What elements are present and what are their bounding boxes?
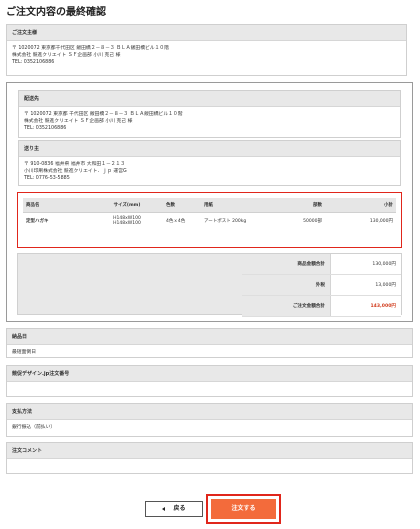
payment-header: 支払方法 [7,404,412,420]
comment-value [7,459,412,467]
col-size: サイズ(mm) [91,198,163,213]
order-number-header: 競促デザイン.jp注文番号 [7,366,412,382]
col-product-name: 商品名 [23,198,91,213]
order-number-section: 競促デザイン.jp注文番号 [6,365,413,397]
totals-row: 外税 13,000円 [242,274,401,296]
col-colors: 色数 [163,198,201,213]
col-paper: 用紙 [201,198,275,213]
item-paper: アートポスト 200kg [204,219,247,224]
item-name: 定型ハガキ [26,219,49,224]
payment-value: 銀行振込（前払い） [12,425,56,430]
sender-address: 〒 910-0836 福井県 福井市 大和田１－２１３ [24,162,126,167]
orderer-section: ご注文主様 〒 1020072 東京都千代田区 飯田橋２－８－３ ＢＬＡ飯田橋ビ… [6,24,407,76]
item-subtotal: 130,000円 [369,219,393,224]
orderer-company: 株式会社 競進クリエイト ＳＦ企画部 小川 克己 様 [12,53,121,59]
item-size-line: H148xW100 [113,221,141,226]
comment-header: 注文コメント [7,443,412,459]
payment-section: 支払方法 銀行振込（前払い） [6,403,413,437]
item-colors: 4色ｘ4色 [166,219,186,224]
page-title: ご注文内容の最終確認 [6,7,106,18]
back-button[interactable]: 戻る [145,501,203,517]
product-total-value: 130,000円 [330,254,401,275]
submit-button-label: 注文する [231,505,256,512]
delivery-tel: TEL: 0352106886 [24,126,67,132]
back-arrow-icon [162,506,166,511]
totals-row: 商品金額合計 130,000円 [242,254,401,275]
item-size: H148xW100 H148xW100 [91,213,163,230]
items-highlight: 商品名 サイズ(mm) 色数 用紙 部数 小計 定型ハガキ H148xW100 … [17,192,402,248]
order-number-value [7,382,412,390]
sender-company: 小川印刷株式会社 競進クリエイト．ｊｐ 運営G [24,169,127,175]
sender-header: 送り主 [19,141,400,157]
product-total-label: 商品金額合計 [242,254,331,275]
tax-value: 13,000円 [330,274,401,296]
sender-tel: TEL: 0776-53-5885 [24,176,70,182]
col-quantity: 部数 [275,198,325,213]
orderer-address: 〒 1020072 東京都千代田区 飯田橋２－８－３ ＢＬＡ飯田橋ビル１０階 [12,46,169,51]
totals-row: ご注文金額合計 143,000円 [242,295,401,317]
delivery-header: 配送先 [19,91,400,107]
tax-label: 外税 [242,274,331,296]
delivery-date-section: 納品日 最短面倒日 [6,328,413,358]
back-button-label: 戻る [173,505,186,512]
delivery-section: 配送先 〒 1020072 東京都 千代田区 飯田橋２－８－３ ＢＬＡ飯田橋ビル… [18,90,401,138]
order-total-label: ご注文金額合計 [242,295,331,317]
col-subtotal: 小計 [325,198,396,213]
items-header-row: 商品名 サイズ(mm) 色数 用紙 部数 小計 [23,198,396,213]
totals-table: 商品金額合計 130,000円 外税 13,000円 ご注文金額合計 143,0… [242,254,401,317]
sender-section: 送り主 〒 910-0836 福井県 福井市 大和田１－２１３ 小川印刷株式会社… [18,140,401,186]
items-table: 商品名 サイズ(mm) 色数 用紙 部数 小計 定型ハガキ H148xW100 … [23,198,396,229]
delivery-company: 株式会社 競進クリエイト ＳＦ企画部 小川 克己 様 [24,119,133,125]
orderer-header: ご注文主様 [7,25,406,41]
delivery-date-value: 最短面倒日 [12,350,36,355]
table-row: 定型ハガキ H148xW100 H148xW100 4色ｘ4色 アートポスト 2… [23,213,396,230]
comment-section: 注文コメント [6,442,413,474]
item-quantity: 50000部 [303,219,322,224]
orderer-tel: TEL: 0352106886 [12,60,55,66]
totals-area: 商品金額合計 130,000円 外税 13,000円 ご注文金額合計 143,0… [17,253,402,317]
order-detail-frame: 配送先 〒 1020072 東京都 千代田区 飯田橋２－８－３ ＢＬＡ飯田橋ビル… [6,82,413,322]
order-total-value: 143,000円 [330,295,401,317]
submit-order-button[interactable]: 注文する [211,499,276,519]
delivery-date-header: 納品日 [7,329,412,345]
delivery-address: 〒 1020072 東京都 千代田区 飯田橋２－８－３ ＢＬＡ飯田橋ビル１０階 [24,112,183,117]
